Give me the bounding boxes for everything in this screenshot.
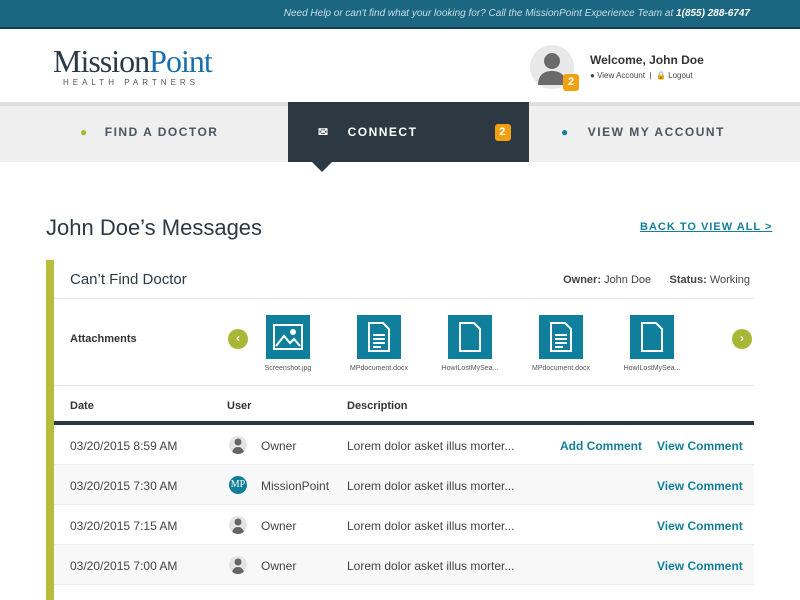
row-user: MissionPoint xyxy=(261,479,330,493)
attachment-name: HowILostMySea... xyxy=(623,365,681,372)
view-comment-link[interactable]: View Comment xyxy=(657,559,743,573)
map-pin-icon: ● xyxy=(80,125,89,139)
owner-label: Owner: xyxy=(563,274,601,286)
blank-file-icon xyxy=(630,315,674,359)
row-user: Owner xyxy=(261,519,297,533)
message-subject: Can’t Find Doctor xyxy=(70,271,187,288)
user-avatar-icon xyxy=(229,556,247,574)
help-text: Need Help or can't find what your lookin… xyxy=(283,8,674,19)
row-date: 03/20/2015 7:00 AM xyxy=(70,559,178,573)
chevron-right-icon[interactable]: › xyxy=(732,329,752,349)
status-label: Status: xyxy=(669,274,707,286)
separator: | xyxy=(649,71,652,80)
add-comment-link[interactable]: Add Comment xyxy=(560,439,642,453)
row-date: 03/20/2015 8:59 AM xyxy=(70,439,178,453)
row-user: Owner xyxy=(261,559,297,573)
attachments-section: Attachments ‹ Screenshot.jpg MPdocument.… xyxy=(54,299,754,386)
logo-text-mission: Mission xyxy=(53,43,150,79)
attachment-name: Screenshot.jpg xyxy=(264,365,312,372)
logout-link[interactable]: 🔒 Logout xyxy=(656,71,693,80)
active-tab-caret xyxy=(312,162,332,172)
attachment[interactable]: Screenshot.jpg xyxy=(248,315,328,372)
logo[interactable]: MissionPoint HEALTH PARTNERS xyxy=(53,43,213,87)
table-row: 03/20/2015 7:15 AM Owner Lorem dolor ask… xyxy=(54,505,754,545)
user-avatar-icon xyxy=(229,516,247,534)
user-icon: ● xyxy=(561,125,570,139)
header-date: Date xyxy=(70,400,94,412)
row-description: Lorem dolor asket illus morter... xyxy=(347,519,515,533)
tab-label: CONNECT xyxy=(347,125,418,139)
row-date: 03/20/2015 7:30 AM xyxy=(70,479,178,493)
row-date: 03/20/2015 7:15 AM xyxy=(70,519,178,533)
envelope-icon: ✉ xyxy=(318,125,330,139)
attachment-name: HowILostMySea... xyxy=(441,365,499,372)
avatar[interactable]: 2 xyxy=(530,45,579,91)
attachment[interactable]: MPdocument.docx xyxy=(521,315,601,372)
table-row: 03/20/2015 7:30 AM MP MissionPoint Lorem… xyxy=(54,465,754,505)
row-user: Owner xyxy=(261,439,297,453)
main-nav: ● FIND A DOCTOR ✉ CONNECT 2 ● VIEW MY ACCOUN… xyxy=(0,102,800,162)
tab-view-my-account[interactable]: ● VIEW MY ACCOUNT xyxy=(529,102,800,162)
document-icon xyxy=(357,315,401,359)
header: MissionPoint HEALTH PARTNERS 2 Welcome, … xyxy=(0,29,800,102)
message-card: Can’t Find Doctor Owner: John Doe Status… xyxy=(46,260,754,600)
attachment[interactable]: HowILostMySea... xyxy=(430,315,510,372)
row-description: Lorem dolor asket illus morter... xyxy=(347,439,515,453)
tab-connect[interactable]: ✉ CONNECT 2 xyxy=(288,102,529,162)
view-account-link[interactable]: ● View Account xyxy=(590,71,645,80)
connect-badge: 2 xyxy=(495,123,511,141)
table-row: 03/20/2015 8:59 AM Owner Lorem dolor ask… xyxy=(54,425,754,465)
row-description: Lorem dolor asket illus morter... xyxy=(347,479,515,493)
table-header: Date User Description xyxy=(54,386,754,425)
view-comment-link[interactable]: View Comment xyxy=(657,479,743,493)
help-phone[interactable]: 1(855) 288-6747 xyxy=(676,8,750,19)
document-icon xyxy=(539,315,583,359)
attachment[interactable]: HowILostMySea... xyxy=(612,315,692,372)
view-comment-link[interactable]: View Comment xyxy=(657,439,743,453)
row-description: Lorem dolor asket illus morter... xyxy=(347,559,515,573)
user-avatar-icon xyxy=(229,436,247,454)
tab-label: VIEW MY ACCOUNT xyxy=(587,125,725,139)
logo-text-point: Point xyxy=(149,43,213,79)
tab-find-a-doctor[interactable]: ● FIND A DOCTOR xyxy=(0,102,288,162)
welcome-text: Welcome, John Doe xyxy=(590,53,704,67)
view-comment-link[interactable]: View Comment xyxy=(657,519,743,533)
page-title: John Doe’s Messages xyxy=(46,215,263,240)
attachment[interactable]: MPdocument.docx xyxy=(339,315,419,372)
attachments-label: Attachments xyxy=(70,333,137,345)
attachment-name: MPdocument.docx xyxy=(532,365,590,372)
attachment-name: MPdocument.docx xyxy=(350,365,408,372)
table-body: 03/20/2015 8:59 AM Owner Lorem dolor ask… xyxy=(54,425,754,585)
header-description: Description xyxy=(347,400,408,412)
image-icon xyxy=(266,315,310,359)
header-user: User xyxy=(227,400,252,412)
view-account-label: View Account xyxy=(597,71,645,80)
status-value: Working xyxy=(709,274,750,286)
table-row: 03/20/2015 7:00 AM Owner Lorem dolor ask… xyxy=(54,545,754,585)
chevron-left-icon[interactable]: ‹ xyxy=(228,329,248,349)
missionpoint-avatar-icon: MP xyxy=(229,476,247,494)
blank-file-icon xyxy=(448,315,492,359)
tab-label: FIND A DOCTOR xyxy=(104,125,219,139)
notification-badge: 2 xyxy=(563,74,579,91)
help-bar: Need Help or can't find what your lookin… xyxy=(0,0,800,29)
back-to-view-all-link[interactable]: BACK TO VIEW ALL > xyxy=(640,221,772,233)
logout-label: Logout xyxy=(668,71,693,80)
logo-subtitle: HEALTH PARTNERS xyxy=(63,78,200,87)
owner-value: John Doe xyxy=(604,274,652,286)
